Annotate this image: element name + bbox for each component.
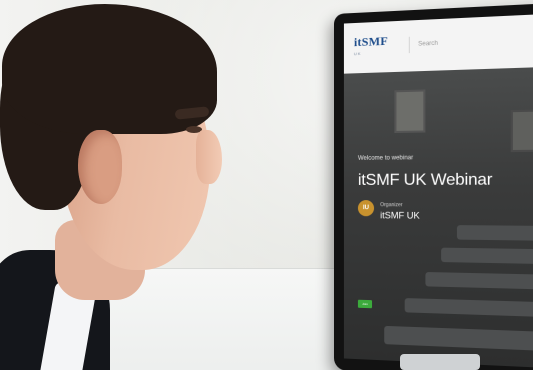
room-window [510, 109, 533, 153]
seat-row [456, 225, 533, 241]
man [0, 0, 260, 370]
webinar-title: itSMF UK Webinar [357, 171, 493, 189]
seat-row [441, 247, 533, 265]
webinar-header: itSMF UK Search [343, 13, 533, 74]
monitor: itSMF UK Search Welcome to webinar itSMF… [334, 2, 533, 370]
organizer-name: itSMF UK [380, 210, 420, 221]
organizer-label: Organizer [380, 202, 403, 209]
ear [78, 130, 122, 204]
logo-subtitle: UK [353, 50, 362, 57]
seat-row [425, 272, 533, 290]
nose [196, 130, 222, 184]
welcome-text: Welcome to webinar [357, 155, 414, 162]
seat-row [384, 325, 533, 352]
search-input[interactable]: Search [408, 31, 533, 54]
room-sign [500, 76, 533, 90]
lecture-room-background [343, 66, 533, 369]
seat-row [404, 298, 533, 318]
organizer-avatar: IU [357, 200, 375, 217]
photo-scene: itSMF UK Search Welcome to webinar itSMF… [0, 0, 533, 370]
itsmf-logo: itSMF [353, 33, 388, 50]
join-button[interactable]: Join [357, 299, 373, 309]
monitor-stand [400, 354, 480, 370]
room-window [394, 89, 426, 134]
monitor-screen: itSMF UK Search Welcome to webinar itSMF… [343, 13, 533, 369]
